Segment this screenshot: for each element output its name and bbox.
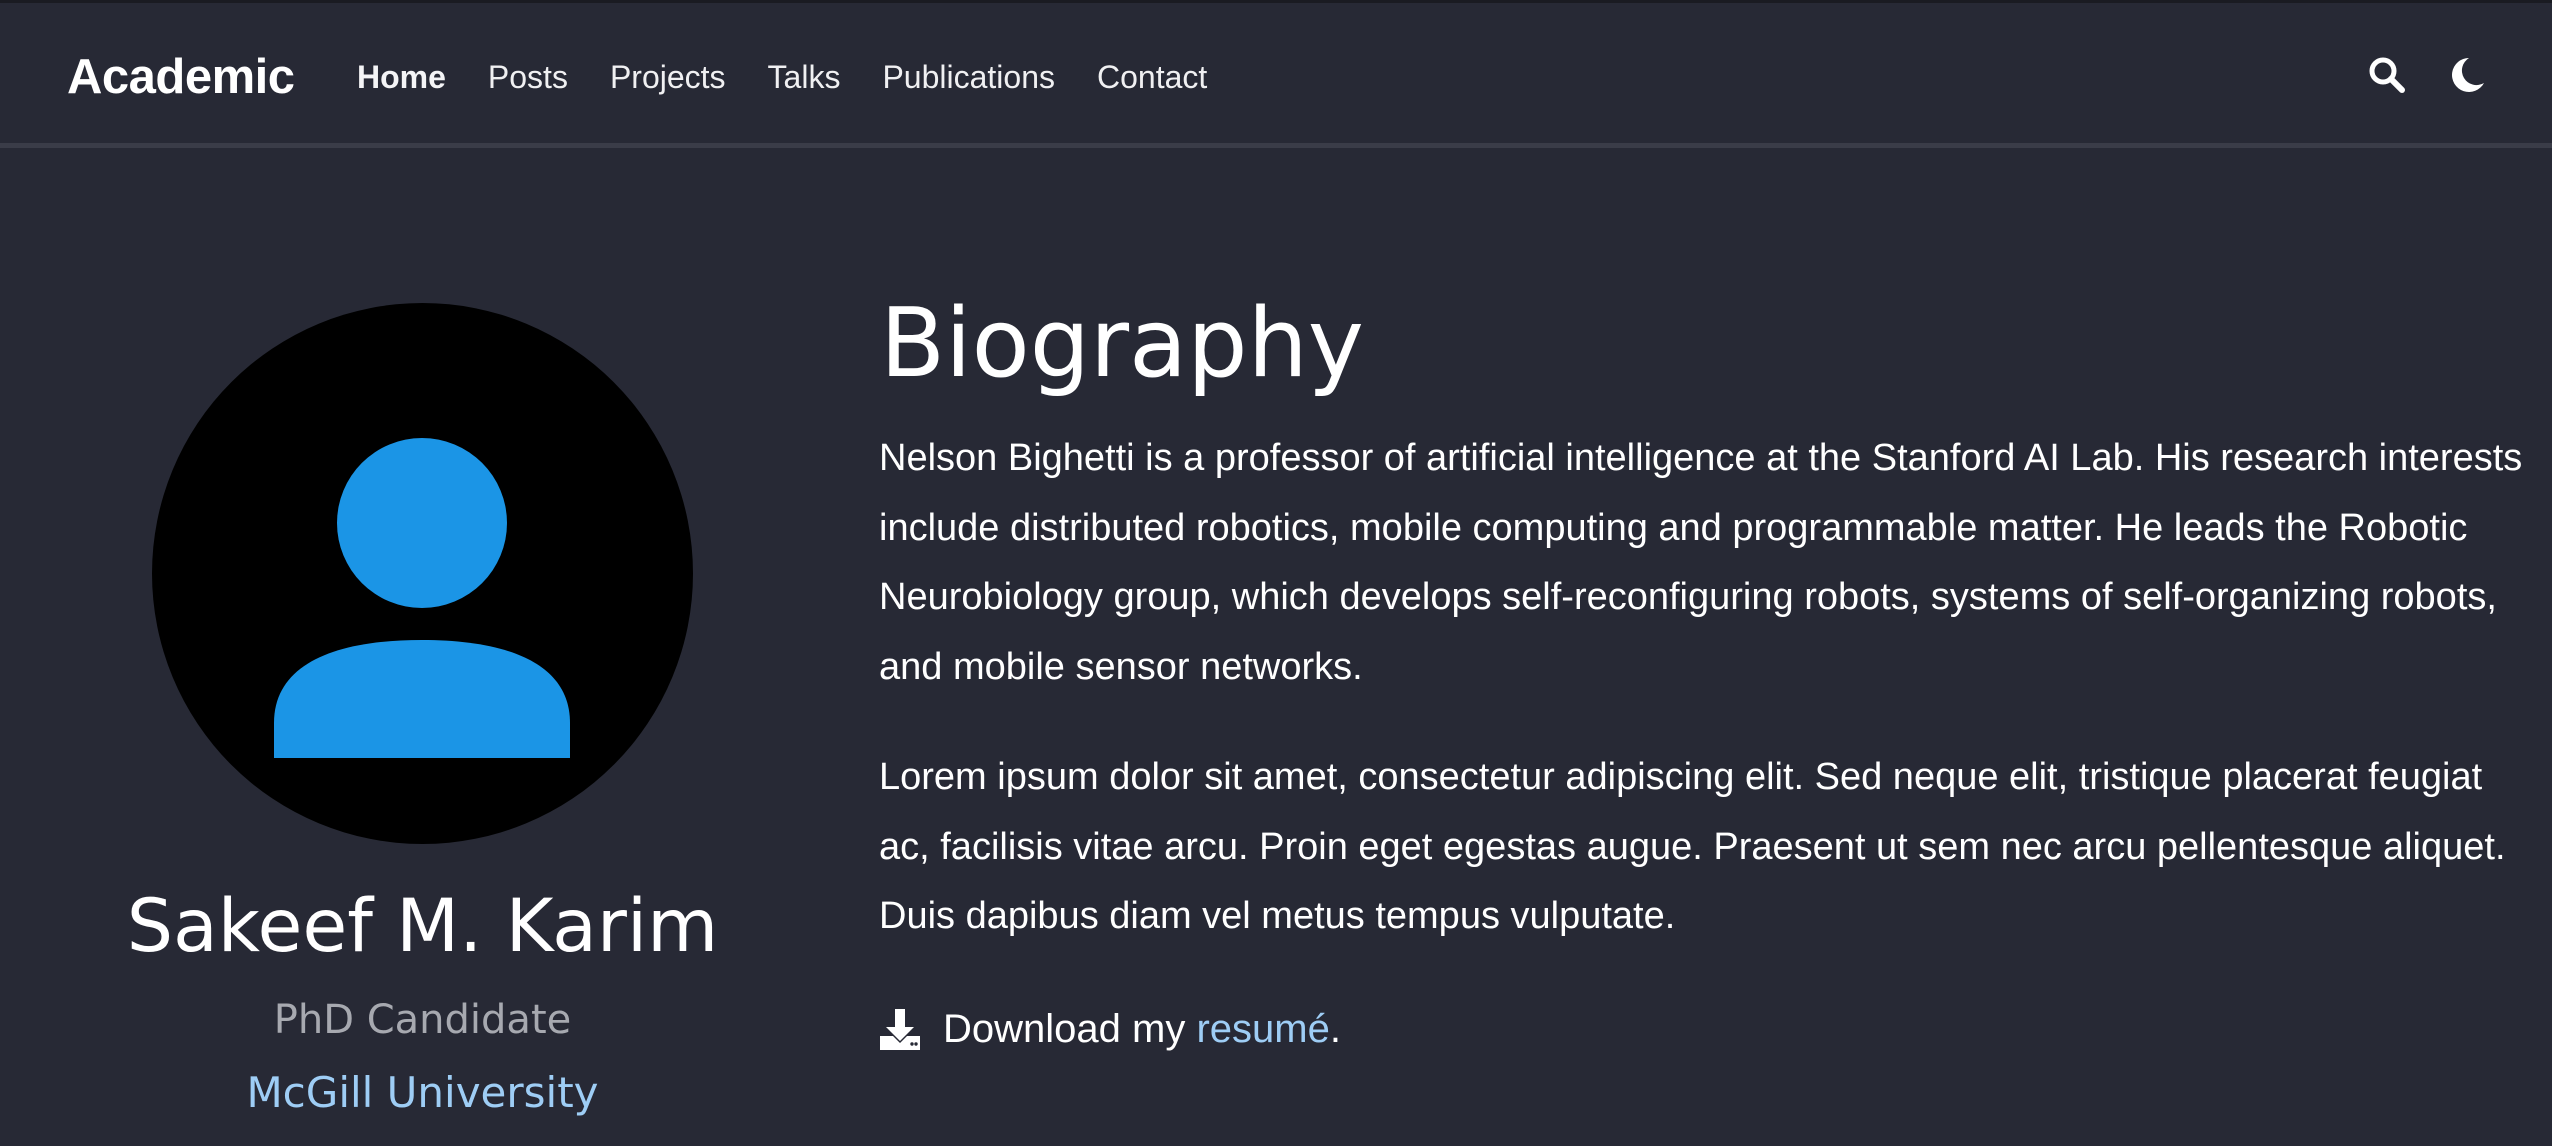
search-icon[interactable] — [2367, 55, 2407, 95]
page-title: Biography — [880, 289, 1364, 399]
download-resume-row: Download my resumé . — [879, 994, 1341, 1064]
profile-role: PhD Candidate — [273, 997, 572, 1043]
site-brand[interactable]: Academic — [67, 47, 295, 107]
nav-item-home[interactable]: Home — [357, 55, 446, 99]
download-prefix: Download my — [943, 1006, 1197, 1051]
profile-organization-link[interactable]: McGill University — [0, 1064, 845, 1122]
bio-paragraph: Nelson Bighetti is a professor of artifi… — [879, 437, 2523, 688]
download-icon — [880, 1009, 920, 1050]
nav-item-posts[interactable]: Posts — [488, 55, 568, 99]
moon-icon[interactable] — [2447, 55, 2487, 95]
avatar — [152, 303, 693, 844]
nav-item-projects[interactable]: Projects — [610, 55, 726, 99]
nav-item-publications[interactable]: Publications — [882, 55, 1055, 99]
user-icon — [274, 438, 570, 758]
profile-name: Sakeef M. Karim — [126, 884, 719, 969]
nav-item-contact[interactable]: Contact — [1097, 55, 1207, 99]
top-navbar: Academic Home Posts Projects Talks Publi… — [0, 0, 2552, 148]
download-suffix: . — [1329, 1006, 1341, 1051]
bio-paragraph: Lorem ipsum dolor sit amet, consectetur … — [879, 756, 2506, 937]
resume-link[interactable]: resumé — [1196, 1007, 1329, 1052]
main-nav: Home Posts Projects Talks Publications C… — [357, 55, 1249, 99]
nav-item-talks[interactable]: Talks — [768, 55, 841, 99]
